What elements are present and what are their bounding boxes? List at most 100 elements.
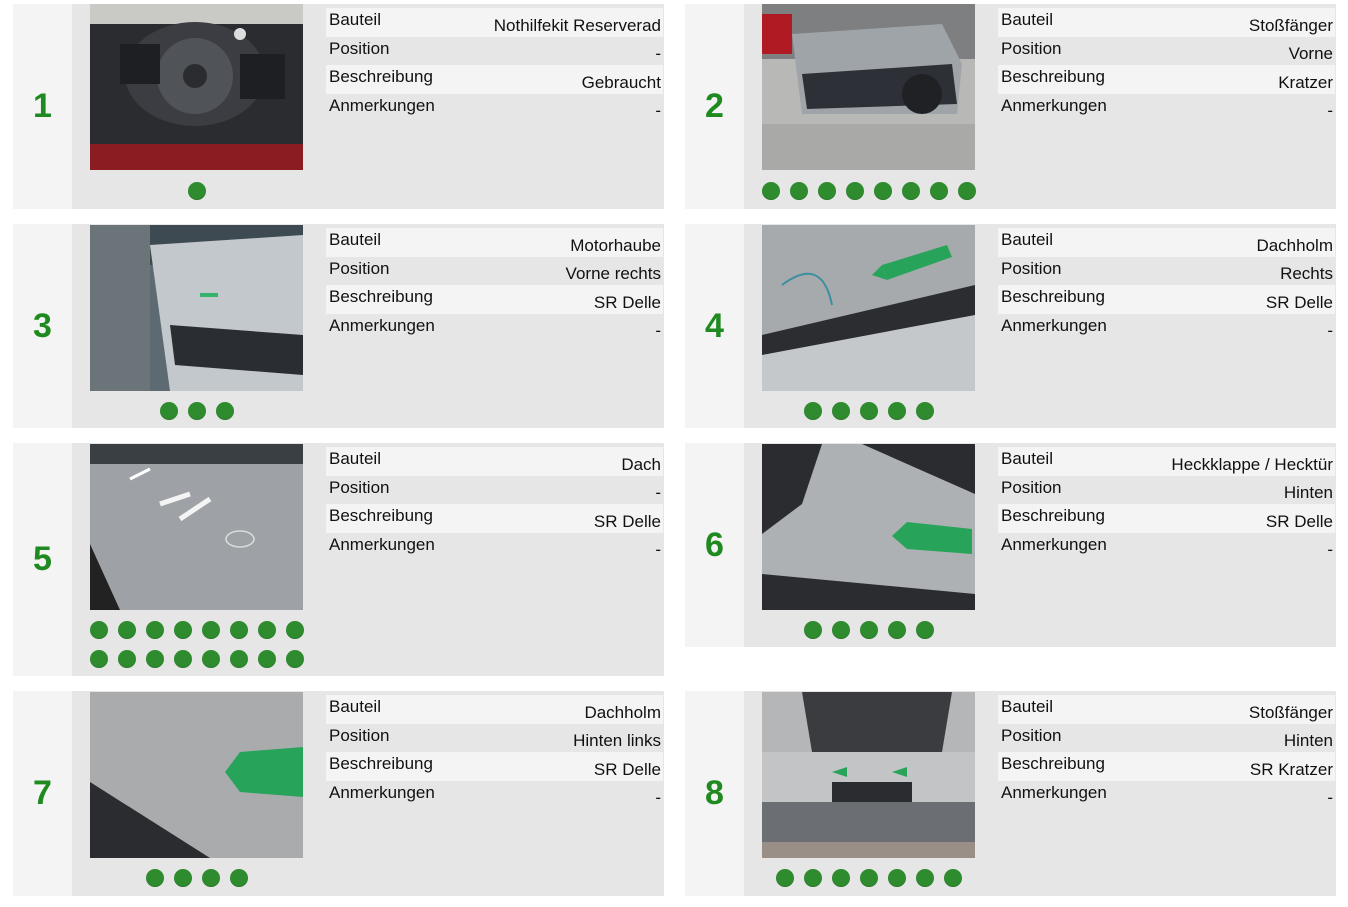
photo-dot[interactable]: [173, 869, 192, 887]
label-beschreibung: Beschreibung: [1001, 67, 1105, 86]
damage-photo[interactable]: [762, 225, 975, 391]
damage-photo[interactable]: [90, 4, 303, 170]
damage-details: Bauteil Dach Position - Beschreibung SR Del…: [326, 447, 663, 561]
photo-dot[interactable]: [285, 621, 304, 639]
damage-card-1: 1 Bauteil Nothilfekit Reserverad Position…: [13, 4, 664, 209]
photo-dot[interactable]: [159, 402, 178, 420]
detail-row-bauteil: Bauteil Heckklappe / Hecktür: [998, 447, 1335, 476]
photo-dot[interactable]: [957, 182, 976, 200]
photo-dot[interactable]: [117, 650, 136, 668]
photo-dot[interactable]: [201, 869, 220, 887]
photo-dot[interactable]: [817, 182, 836, 200]
photo-dot[interactable]: [117, 621, 136, 639]
detail-row-position: Position Hinten: [998, 476, 1335, 505]
photo-dot[interactable]: [887, 402, 906, 420]
photo-dot[interactable]: [229, 650, 248, 668]
photo-dot[interactable]: [173, 650, 192, 668]
photo-dot[interactable]: [201, 650, 220, 668]
photo-dot[interactable]: [145, 869, 164, 887]
detail-row-beschreibung: Beschreibung SR Kratzer: [998, 752, 1335, 781]
photo-dot[interactable]: [901, 182, 920, 200]
detail-row-bauteil: Bauteil Motorhaube: [326, 228, 663, 257]
photo-dot[interactable]: [89, 650, 108, 668]
value-bauteil: Nothilfekit Reserverad: [493, 15, 661, 35]
value-bauteil: Dachholm: [1256, 235, 1333, 255]
damage-photo[interactable]: [90, 225, 303, 391]
value-bauteil: Heckklappe / Hecktür: [1171, 454, 1333, 474]
damage-number: 4: [705, 306, 724, 345]
damage-number-cell: 1: [13, 4, 72, 209]
photo-dot[interactable]: [229, 621, 248, 639]
damage-details: Bauteil Stoßfänger Position Vorne Beschrei…: [998, 8, 1335, 122]
photo-dot[interactable]: [229, 869, 248, 887]
damage-number: 2: [705, 87, 724, 125]
value-position: Hinten: [1283, 731, 1333, 750]
photo-dot[interactable]: [887, 621, 906, 639]
photo-dot[interactable]: [929, 182, 948, 200]
photo-dot[interactable]: [285, 650, 304, 668]
damage-card-4: 4 Bauteil Dachholm Position Rechts Beschre…: [685, 224, 1336, 428]
damage-photo[interactable]: [762, 444, 975, 610]
photo-dot[interactable]: [257, 621, 276, 639]
photo-dot[interactable]: [257, 650, 276, 668]
photo-dot[interactable]: [915, 621, 934, 639]
photo-dot[interactable]: [943, 869, 962, 887]
photo-dot[interactable]: [89, 621, 108, 639]
damage-photo[interactable]: [762, 692, 975, 858]
photo-dot[interactable]: [789, 182, 808, 200]
photo-dot[interactable]: [831, 402, 850, 420]
damage-number: 5: [33, 540, 52, 578]
damage-details: Bauteil Heckklappe / Hecktür Position Hint…: [998, 447, 1335, 561]
damage-photo[interactable]: [762, 4, 975, 170]
photo-dot[interactable]: [831, 621, 850, 639]
photo-dot[interactable]: [915, 869, 934, 887]
photo-dot[interactable]: [859, 621, 878, 639]
damage-photo[interactable]: [90, 692, 303, 858]
photo-dot[interactable]: [173, 621, 192, 639]
photo-indicator: [83, 869, 310, 898]
damage-number: 1: [33, 87, 52, 125]
damage-photo[interactable]: [90, 444, 303, 610]
photo-dot[interactable]: [803, 869, 822, 887]
label-position: Position: [329, 477, 390, 497]
photo-dot[interactable]: [803, 402, 822, 420]
damage-details: Bauteil Motorhaube Position Vorne rechts B…: [326, 228, 663, 342]
photo-dot[interactable]: [831, 869, 850, 887]
photo-dot[interactable]: [145, 621, 164, 639]
value-beschreibung: SR Delle: [593, 292, 661, 312]
value-position: Hinten links: [573, 731, 661, 750]
damage-number-cell: 7: [13, 691, 72, 896]
detail-row-anmerkungen: Anmerkungen -: [326, 314, 663, 343]
value-position: Hinten: [1283, 483, 1333, 502]
photo-dot[interactable]: [859, 402, 878, 420]
value-bauteil: Stoßfänger: [1248, 702, 1333, 722]
photo-dot[interactable]: [761, 182, 780, 200]
label-position: Position: [329, 258, 390, 278]
photo-dot[interactable]: [887, 869, 906, 887]
label-beschreibung: Beschreibung: [1001, 506, 1105, 525]
label-beschreibung: Beschreibung: [329, 754, 433, 773]
photo-dot[interactable]: [145, 650, 164, 668]
value-anmerkungen: -: [1327, 321, 1333, 340]
photo-dot[interactable]: [873, 182, 892, 200]
label-beschreibung: Beschreibung: [329, 67, 433, 86]
photo-dot[interactable]: [215, 402, 234, 420]
label-beschreibung: Beschreibung: [329, 287, 433, 306]
photo-dot[interactable]: [845, 182, 864, 200]
detail-row-bauteil: Bauteil Stoßfänger: [998, 8, 1335, 37]
value-beschreibung: SR Kratzer: [1249, 759, 1333, 779]
damage-number-cell: 8: [685, 691, 744, 896]
photo-indicator: [755, 182, 982, 211]
photo-dot[interactable]: [201, 621, 220, 639]
photo-dot[interactable]: [187, 182, 206, 200]
detail-row-beschreibung: Beschreibung SR Delle: [998, 504, 1335, 533]
label-bauteil: Bauteil: [1001, 10, 1053, 29]
value-beschreibung: Kratzer: [1278, 72, 1333, 92]
photo-dot[interactable]: [859, 869, 878, 887]
photo-dot[interactable]: [915, 402, 934, 420]
damage-details: Bauteil Stoßfänger Position Hinten Beschre…: [998, 695, 1335, 809]
photo-dot[interactable]: [187, 402, 206, 420]
detail-row-bauteil: Bauteil Nothilfekit Reserverad: [326, 8, 663, 37]
photo-dot[interactable]: [775, 869, 794, 887]
photo-dot[interactable]: [803, 621, 822, 639]
